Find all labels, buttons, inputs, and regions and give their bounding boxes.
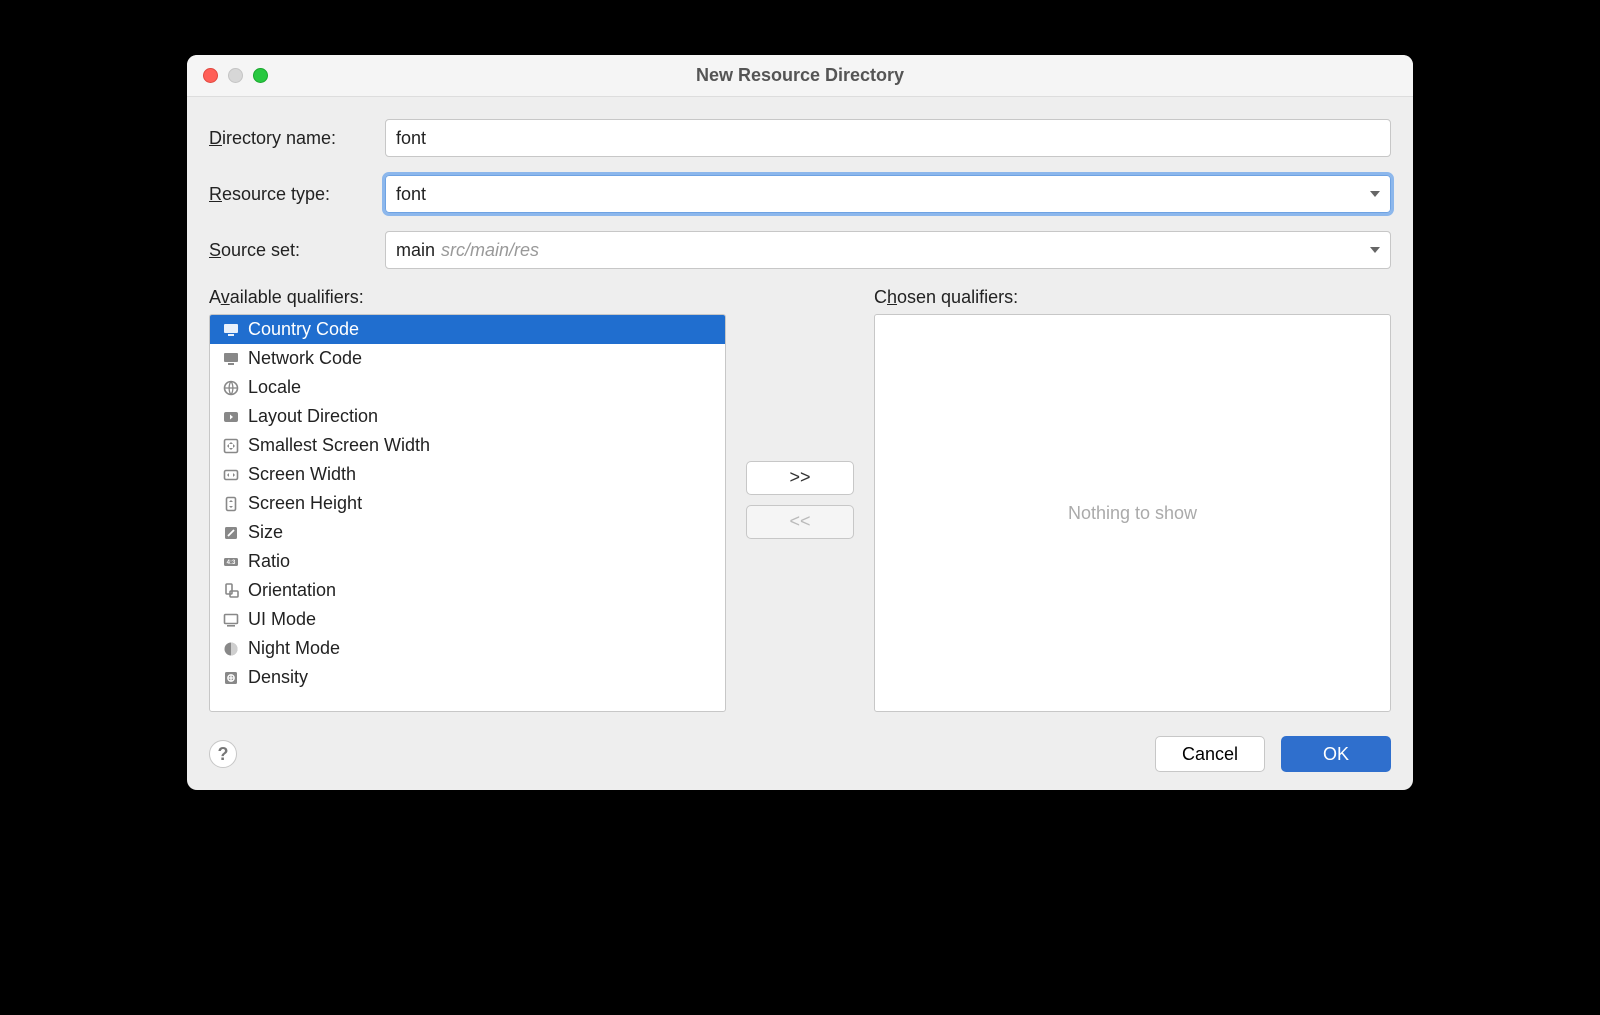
zoom-icon[interactable] [253, 68, 268, 83]
qualifier-label: Locale [248, 377, 301, 398]
chosen-qualifiers-label: Chosen qualifiers: [874, 287, 1391, 308]
qualifier-label: Country Code [248, 319, 359, 340]
source-set-select[interactable]: main src/main/res [385, 231, 1391, 269]
qualifier-icon [222, 495, 240, 513]
chosen-empty-text: Nothing to show [1068, 503, 1197, 524]
qualifier-label: Smallest Screen Width [248, 435, 430, 456]
source-set-label: Source set: [209, 240, 369, 261]
dialog-title: New Resource Directory [187, 65, 1413, 86]
titlebar: New Resource Directory [187, 55, 1413, 97]
qualifier-label: Density [248, 667, 308, 688]
svg-text:4:3: 4:3 [227, 560, 236, 566]
qualifier-icon [222, 524, 240, 542]
qualifier-icon [222, 466, 240, 484]
qualifier-icon [222, 669, 240, 687]
list-item[interactable]: Screen Width [210, 460, 725, 489]
qualifier-label: Screen Width [248, 464, 356, 485]
list-item[interactable]: Density [210, 663, 725, 692]
list-item[interactable]: Network Code [210, 344, 725, 373]
directory-name-input[interactable]: font [385, 119, 1391, 157]
qualifier-icon [222, 321, 240, 339]
resource-type-label: Resource type: [209, 184, 369, 205]
source-set-hint: src/main/res [441, 240, 539, 261]
qualifier-label: Night Mode [248, 638, 340, 659]
qualifier-label: Ratio [248, 551, 290, 572]
qualifier-label: Orientation [248, 580, 336, 601]
qualifier-label: Network Code [248, 348, 362, 369]
resource-type-value: font [396, 184, 426, 205]
list-item[interactable]: Night Mode [210, 634, 725, 663]
chevron-down-icon [1370, 247, 1380, 253]
qualifier-icon [222, 379, 240, 397]
new-resource-directory-dialog: New Resource Directory Directory name: f… [187, 55, 1413, 790]
qualifier-icon [222, 582, 240, 600]
window-controls [187, 68, 268, 83]
list-item[interactable]: Country Code [210, 315, 725, 344]
remove-qualifier-button: << [746, 505, 854, 539]
qualifier-icon [222, 408, 240, 426]
cancel-button[interactable]: Cancel [1155, 736, 1265, 772]
list-item[interactable]: 4:3 Ratio [210, 547, 725, 576]
chevron-down-icon [1370, 191, 1380, 197]
qualifier-icon [222, 350, 240, 368]
qualifier-icon: 4:3 [222, 553, 240, 571]
list-item[interactable]: Locale [210, 373, 725, 402]
qualifier-label: Size [248, 522, 283, 543]
qualifier-label: Screen Height [248, 493, 362, 514]
list-item[interactable]: Layout Direction [210, 402, 725, 431]
close-icon[interactable] [203, 68, 218, 83]
available-qualifiers-list[interactable]: Country Code Network Code Locale Layout Dir… [209, 314, 726, 712]
source-set-value: main [396, 240, 435, 261]
chosen-qualifiers-list[interactable]: Nothing to show [874, 314, 1391, 712]
list-item[interactable]: Smallest Screen Width [210, 431, 725, 460]
qualifier-icon [222, 640, 240, 658]
list-item[interactable]: Size [210, 518, 725, 547]
directory-name-value: font [396, 128, 426, 149]
qualifier-icon [222, 611, 240, 629]
available-qualifiers-label: Available qualifiers: [209, 287, 726, 308]
list-item[interactable]: Screen Height [210, 489, 725, 518]
resource-type-select[interactable]: font [385, 175, 1391, 213]
qualifier-label: Layout Direction [248, 406, 378, 427]
add-qualifier-button[interactable]: >> [746, 461, 854, 495]
dialog-content: Directory name: font Resource type: font… [187, 97, 1413, 722]
list-item[interactable]: UI Mode [210, 605, 725, 634]
qualifier-label: UI Mode [248, 609, 316, 630]
directory-name-label: Directory name: [209, 128, 369, 149]
qualifier-icon [222, 437, 240, 455]
ok-button[interactable]: OK [1281, 736, 1391, 772]
list-item[interactable]: Orientation [210, 576, 725, 605]
minimize-icon [228, 68, 243, 83]
help-button[interactable]: ? [209, 740, 237, 768]
